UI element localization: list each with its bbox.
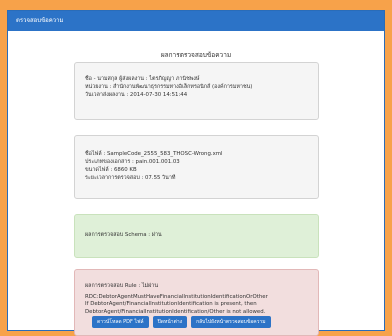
- schema-result: ผลการตรวจสอบ Schema : ผ่าน: [85, 232, 162, 238]
- download-pdf-button[interactable]: ดาวน์โหลด PDF ไฟล์: [92, 316, 149, 328]
- validation-dialog: ตรวจสอบข้อความ ผลการตรวจสอบข้อความ ชื่อ …: [7, 10, 385, 336]
- rule-error-message: If DebtorAgent/FinancialInstitutionIdent…: [85, 301, 266, 315]
- rule-result: ผลการตรวจสอบ Rule : ไม่ผ่าน: [85, 283, 159, 289]
- close-button[interactable]: ปิดหน้าต่าง: [152, 316, 188, 328]
- sender-name: ชื่อ - นามสกุล ผู้ส่งผลงาน : ไตรภิญญา ภา…: [85, 76, 200, 82]
- back-to-check-button[interactable]: กลับไปยังหน้าตรวจสอบข้อความ: [191, 316, 271, 328]
- file-info-panel: ชื่อไฟล์ : SampleCode_2555_583_THOSC-Wro…: [74, 135, 319, 199]
- check-duration: ระยะเวลาการตรวจสอบ : 07.55 วินาที: [85, 175, 176, 181]
- dialog-title: ตรวจสอบข้อความ: [16, 17, 64, 24]
- rule-error-code: RDC:DebtorAgentMustHaveFinancialInstitut…: [85, 294, 268, 300]
- sender-agency: หน่วยงาน : สำนักงานพัฒนาธุรกรรมทางอิเล็ก…: [85, 84, 253, 90]
- page-title: ผลการตรวจสอบข้อความ: [160, 51, 232, 59]
- submission-time: วันเวลาส่งผลงาน : 2014-07-30 14:51:44: [85, 92, 188, 98]
- file-size: ขนาดไฟล์ : 6860 KB: [85, 167, 137, 173]
- file-name: ชื่อไฟล์ : SampleCode_2555_583_THOSC-Wro…: [85, 151, 223, 157]
- schema-result-panel: ผลการตรวจสอบ Schema : ผ่าน: [74, 214, 319, 258]
- action-buttons: ดาวน์โหลด PDF ไฟล์ ปิดหน้าต่าง กลับไปยัง…: [92, 316, 271, 328]
- dialog-title-bar[interactable]: ตรวจสอบข้อความ: [8, 11, 384, 31]
- sender-info-panel: ชื่อ - นามสกุล ผู้ส่งผลงาน : ไตรภิญญา ภา…: [74, 62, 319, 120]
- dialog-body: ผลการตรวจสอบข้อความ ชื่อ - นามสกุล ผู้ส่…: [8, 31, 384, 336]
- document-type: ประเภทของเอกสาร : pain.001.001.03: [85, 159, 180, 165]
